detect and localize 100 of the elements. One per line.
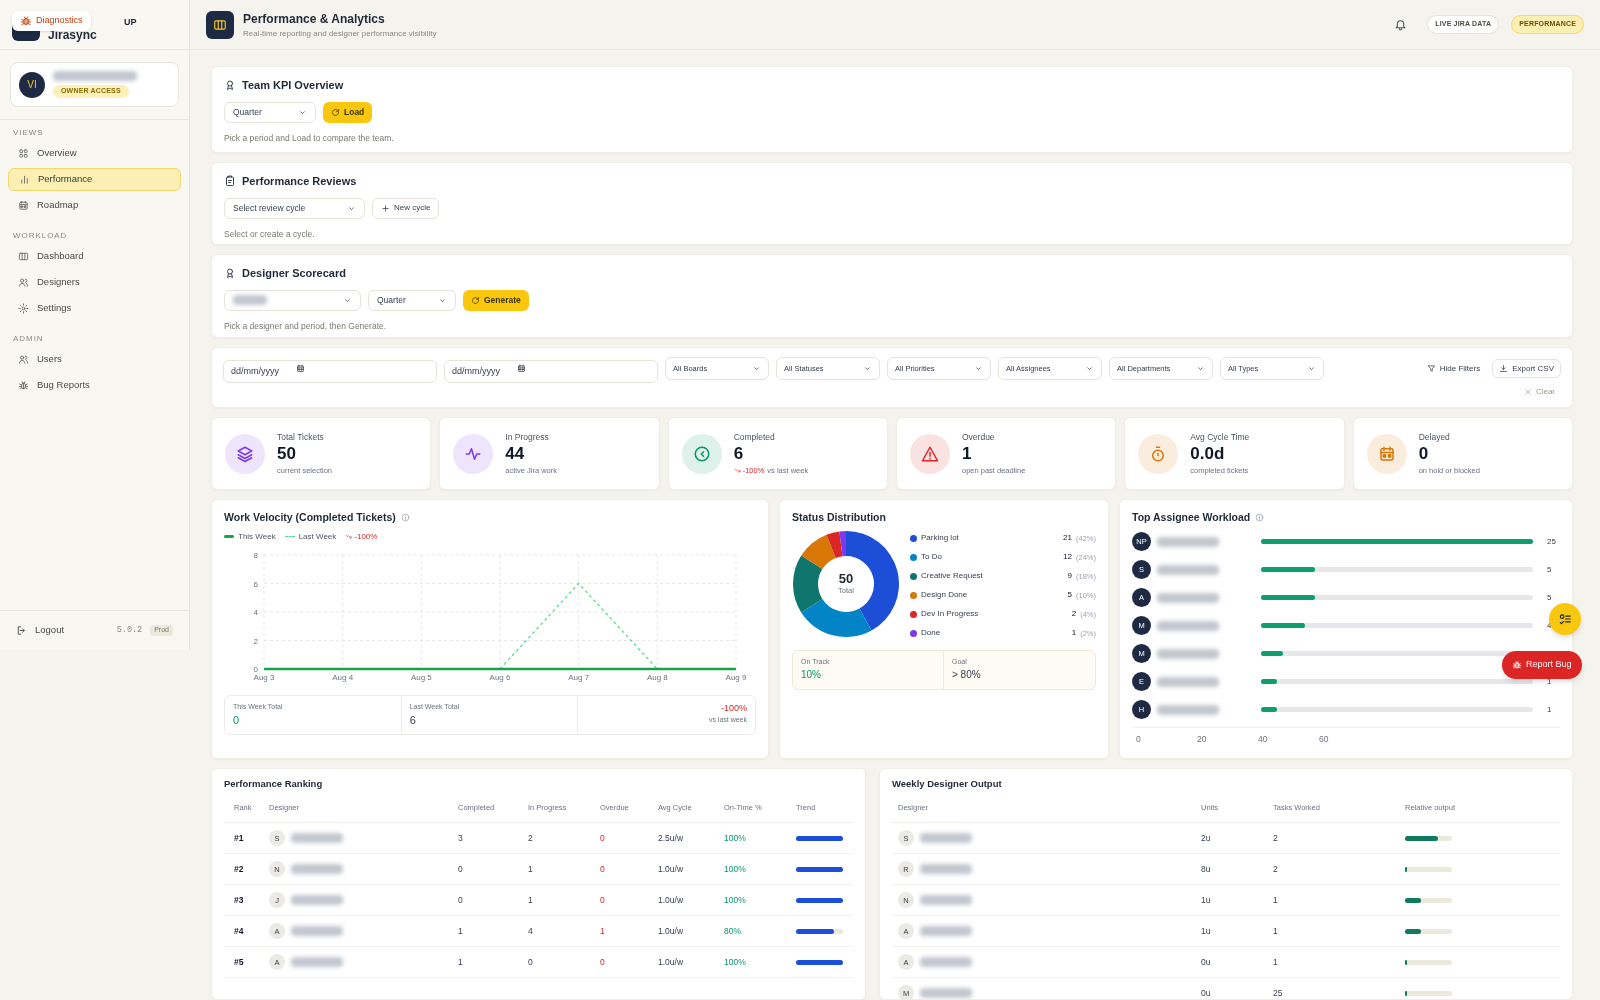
status-label: Creative Request	[921, 570, 983, 583]
nav-item[interactable]: Roadmap	[8, 194, 181, 217]
table-cell: 2	[528, 831, 533, 845]
table-cell: #3	[234, 893, 244, 907]
stat-value: 6	[733, 443, 745, 466]
select-dropdown[interactable]: Select review cycle	[224, 197, 365, 219]
summary-value: 10%	[801, 668, 822, 683]
table-cell: 2	[1273, 831, 1278, 845]
table-cell: 2	[1273, 862, 1278, 876]
blurred-name	[1157, 620, 1219, 631]
bug-icon	[1512, 660, 1522, 670]
chart-title: Top Assignee Workload	[1132, 510, 1251, 525]
table-cell: 1	[1273, 893, 1278, 907]
nav-item[interactable]: Designers	[8, 271, 181, 294]
table-cell: 1u	[1201, 924, 1211, 938]
hint-text: Select or create a cycle.	[224, 227, 316, 241]
stat-label: Total Tickets	[277, 430, 325, 444]
blurred-name	[291, 895, 343, 906]
date-field[interactable]: dd/mm/yyyy	[223, 359, 437, 383]
calendar-icon	[18, 200, 29, 211]
hide-filters-button[interactable]: Hide Filters	[1426, 362, 1481, 375]
brand-tag: UP	[124, 18, 137, 27]
nav-item[interactable]: Bug Reports	[8, 374, 181, 397]
table-cell: 1	[458, 955, 463, 969]
report-bug-button[interactable]: Report Bug	[1502, 651, 1582, 679]
hint-text: Pick a designer and period, then Generate.	[224, 319, 388, 333]
trend-down-icon	[345, 533, 353, 541]
date-field[interactable]: dd/mm/yyyy	[444, 359, 658, 383]
nav-item[interactable]: Overview	[8, 142, 181, 165]
stat-label: In Progress	[505, 430, 550, 444]
bug-icon	[20, 14, 32, 27]
panel-title: Team KPI Overview	[242, 78, 344, 93]
logout-button[interactable]: Logout	[16, 623, 65, 638]
chart-title: Status Distribution	[792, 510, 887, 525]
people-icon	[18, 277, 29, 288]
primary-button[interactable]: Load	[323, 101, 373, 123]
ribbon-icon	[224, 79, 236, 92]
export-csv-button[interactable]: Export CSV	[1492, 359, 1561, 378]
status-count: 2	[1071, 608, 1077, 621]
stat-label: Completed	[733, 430, 776, 444]
blurred-name	[233, 295, 267, 305]
nav-item[interactable]: Users	[8, 348, 181, 371]
table-cell: #2	[234, 862, 244, 876]
nav-item[interactable]: Settings	[8, 297, 181, 320]
section-heading: VIEWS	[12, 127, 45, 139]
table-cell: 1	[458, 924, 463, 938]
status-label: Design Done	[921, 589, 968, 602]
blurred-name	[920, 926, 972, 937]
axis-tick: 20	[1197, 732, 1207, 746]
version-label: 5.0.2	[116, 624, 143, 637]
primary-button[interactable]: Generate	[463, 289, 529, 311]
select-dropdown[interactable]: Quarter	[224, 101, 316, 123]
new-cycle-button[interactable]: New cycle	[372, 197, 440, 219]
status-label: Dev In Progress	[921, 608, 979, 621]
hint-text: Pick a period and Load to compare the team.	[224, 131, 395, 145]
stat-value: 50	[277, 443, 297, 466]
axis-tick: 0	[1136, 732, 1141, 746]
table-cell: 8u	[1201, 862, 1211, 876]
clipboard-icon	[224, 175, 236, 188]
workload-value: 25	[1547, 535, 1556, 548]
blurred-name	[920, 833, 972, 844]
table-cell: 0u	[1201, 986, 1211, 999]
blurred-name	[291, 926, 343, 937]
table-cell: 1.0u/w	[658, 955, 684, 969]
table-cell: 25	[1273, 986, 1283, 999]
table-cell: 1	[1273, 924, 1278, 938]
blurred-name	[291, 957, 343, 968]
checklist-icon	[1558, 612, 1572, 626]
table-cell: 2u	[1201, 831, 1211, 845]
blurred-name	[291, 864, 343, 875]
section-heading: WORKLOAD	[12, 230, 69, 242]
people-icon	[18, 354, 29, 365]
table-cell: 100%	[724, 831, 746, 845]
stat-label: Delayed	[1418, 430, 1451, 444]
table-cell: 0	[600, 955, 605, 969]
axis-label: Aug 5	[410, 672, 432, 682]
nav-item[interactable]: Performance	[8, 168, 181, 191]
table-cell: 0	[600, 893, 605, 907]
table-title: Weekly Designer Output	[892, 777, 1003, 791]
select-dropdown[interactable]: Quarter	[368, 289, 456, 311]
workload-value: 5	[1547, 563, 1552, 576]
blurred-name	[1157, 536, 1219, 547]
page-title: Performance & Analytics	[243, 10, 386, 28]
legend-label: This Week	[238, 530, 276, 543]
checklist-button[interactable]	[1549, 603, 1581, 635]
table-cell: #1	[234, 831, 244, 845]
diagnostics-button[interactable]: Diagnostics	[12, 11, 91, 31]
panel-title: Performance Reviews	[242, 174, 357, 189]
status-count: 21	[1063, 532, 1072, 545]
axis-label: 8	[253, 550, 258, 560]
table-cell: 100%	[724, 955, 746, 969]
table-cell: 1u	[1201, 893, 1211, 907]
total-value: 0	[233, 713, 241, 729]
table-title: Performance Ranking	[224, 777, 324, 791]
trend-down-icon	[733, 467, 741, 475]
axis-label: 4	[253, 607, 258, 617]
chart-title: Work Velocity (Completed Tickets)	[224, 510, 396, 525]
brand-name: Jirasync	[48, 29, 98, 41]
nav-item[interactable]: Dashboard	[8, 245, 181, 268]
notifications-button[interactable]	[1394, 18, 1408, 31]
